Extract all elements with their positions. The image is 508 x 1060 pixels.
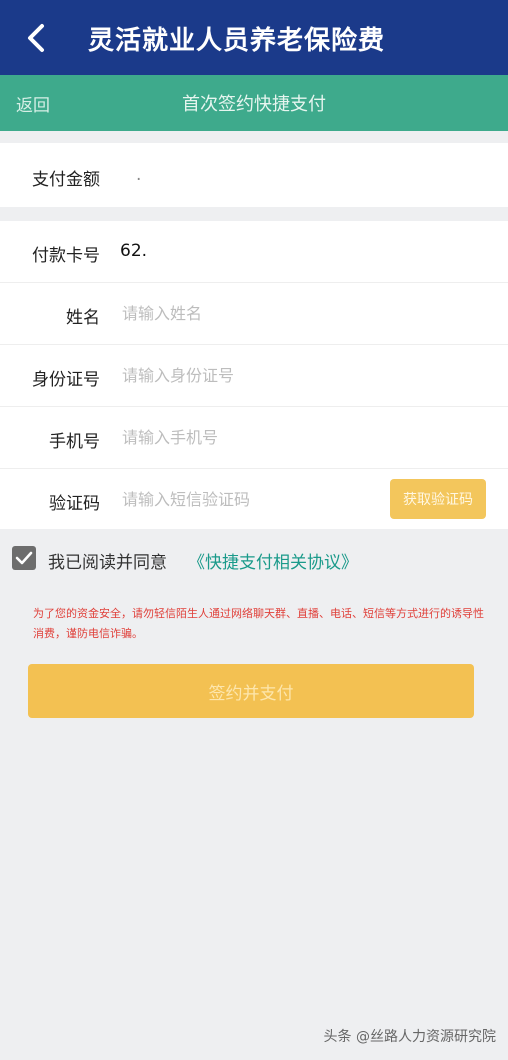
agreement-link[interactable]: 《快捷支付相关协议》 [188, 548, 358, 573]
get-code-button[interactable]: 获取验证码 [390, 479, 486, 519]
amount-value: . [136, 165, 142, 185]
verification-code-row: 验证码 获取验证码 [0, 469, 508, 530]
back-arrow-icon[interactable] [20, 18, 54, 58]
agreement-checkbox[interactable] [12, 546, 36, 570]
name-input[interactable] [118, 297, 386, 329]
verification-code-label: 验证码 [49, 494, 100, 514]
amount-label: 支付金额 [32, 170, 100, 190]
checkmark-icon [15, 551, 33, 565]
name-row: 姓名 [0, 283, 508, 345]
app-header: 灵活就业人员养老保险费 [0, 0, 508, 75]
id-number-row: 身份证号 [0, 345, 508, 407]
sub-header-title: 首次签约快捷支付 [182, 94, 326, 115]
page-title: 灵活就业人员养老保险费 [88, 26, 386, 56]
watermark: 头条 @丝路人力资源研究院 [323, 1029, 496, 1045]
agreement-row: 我已阅读并同意 《快捷支付相关协议》 [12, 545, 492, 573]
sign-and-pay-button[interactable]: 签约并支付 [28, 664, 474, 718]
payment-form: 付款卡号 62. 姓名 身份证号 手机号 验证码 获取验证码 [0, 221, 508, 529]
name-label: 姓名 [66, 308, 100, 328]
amount-row: 支付金额 . [0, 145, 508, 206]
phone-row: 手机号 [0, 407, 508, 469]
phone-input[interactable] [118, 421, 386, 453]
card-number-label: 付款卡号 [32, 246, 100, 266]
sub-header: 返回 首次签约快捷支付 [0, 75, 508, 131]
id-number-input[interactable] [118, 359, 386, 391]
phone-label: 手机号 [49, 432, 100, 452]
amount-card: 支付金额 . [0, 143, 508, 207]
card-number-row: 付款卡号 62. [0, 221, 508, 283]
verification-code-input[interactable] [118, 483, 376, 515]
agreement-text: 我已阅读并同意 [48, 553, 167, 573]
fraud-warning: 为了您的资金安全，请勿轻信陌生人通过网络聊天群、直播、电话、短信等方式进行的诱导… [33, 607, 484, 640]
card-number-value: 62. [120, 241, 148, 261]
id-number-label: 身份证号 [32, 370, 100, 390]
